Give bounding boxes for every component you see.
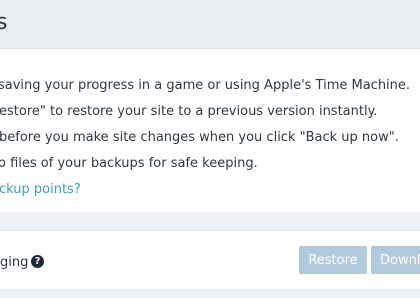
section-spacer	[0, 212, 420, 230]
download-button[interactable]: Downl	[371, 246, 420, 274]
backup-row: ging ? Restore Downl	[0, 230, 420, 290]
page-header: s	[0, 0, 420, 48]
backup-info-card: saving your progress in a game or using …	[0, 48, 420, 213]
backup-points-link[interactable]: ckup points?	[0, 181, 81, 199]
info-line-4: o files of your backups for safe keeping…	[0, 156, 258, 171]
restore-button[interactable]: Restore	[299, 246, 367, 274]
info-line-3: before you make site changes when you cl…	[0, 130, 399, 145]
page-title: s	[0, 10, 8, 35]
site-name-label: ging	[0, 255, 29, 270]
bottom-strip	[0, 289, 420, 298]
info-line-2: estore" to restore your site to a previo…	[0, 104, 378, 119]
info-line-1: saving your progress in a game or using …	[0, 78, 411, 93]
help-icon[interactable]: ?	[31, 255, 44, 268]
